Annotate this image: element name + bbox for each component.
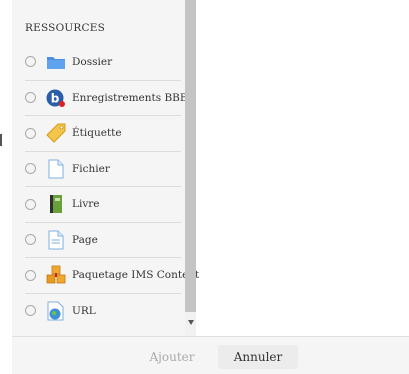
book-icon	[46, 193, 66, 215]
resource-item-etiquette[interactable]: Étiquette	[25, 115, 181, 151]
url-globe-icon	[46, 300, 66, 322]
radio-button[interactable]	[25, 163, 36, 175]
add-button[interactable]: Ajouter	[132, 345, 212, 369]
resource-label: Paquetage IMS Content	[72, 269, 200, 282]
dialog-footer: Ajouter Annuler	[12, 336, 409, 374]
package-icon	[46, 264, 66, 286]
resource-item-livre[interactable]: Livre	[25, 186, 181, 222]
resource-label: Enregistrements BBB	[72, 91, 188, 104]
radio-button[interactable]	[25, 234, 36, 246]
resource-list: Dossier b Enregistrements BBB Étiquette …	[25, 44, 199, 329]
radio-button[interactable]	[25, 92, 36, 104]
resource-label: Livre	[72, 198, 100, 211]
scrollbar[interactable]	[185, 0, 196, 336]
radio-button[interactable]	[25, 127, 36, 139]
cancel-button[interactable]: Annuler	[218, 345, 298, 369]
resource-item-bbb[interactable]: b Enregistrements BBB	[25, 79, 188, 116]
resource-label: Fichier	[72, 162, 110, 175]
edge-indicator	[0, 134, 2, 146]
file-icon	[46, 158, 66, 180]
resource-item-dossier[interactable]: Dossier	[25, 44, 181, 80]
scrollbar-thumb[interactable]	[185, 0, 196, 312]
resource-label: Page	[72, 233, 98, 246]
folder-icon	[46, 51, 66, 73]
radio-button[interactable]	[25, 56, 36, 68]
resource-item-url[interactable]: URL	[25, 292, 181, 329]
resource-item-fichier[interactable]: Fichier	[25, 150, 181, 187]
label-tag-icon	[46, 122, 66, 144]
page-icon	[46, 229, 66, 251]
resource-label: Étiquette	[72, 127, 122, 140]
section-heading: RESSOURCES	[25, 22, 106, 34]
resource-item-ims[interactable]: Paquetage IMS Content	[25, 257, 199, 293]
resource-label: URL	[72, 304, 96, 317]
radio-button[interactable]	[25, 269, 36, 281]
svg-text:b: b	[51, 91, 60, 105]
scroll-down-arrow-icon[interactable]	[188, 320, 194, 325]
radio-button[interactable]	[25, 198, 36, 210]
bigbluebutton-icon: b	[46, 87, 66, 109]
resource-item-page[interactable]: Page	[25, 221, 181, 258]
radio-button[interactable]	[25, 305, 36, 317]
resource-label: Dossier	[72, 55, 113, 68]
resources-panel: RESSOURCES Dossier b Enregistrements BBB…	[12, 0, 199, 336]
